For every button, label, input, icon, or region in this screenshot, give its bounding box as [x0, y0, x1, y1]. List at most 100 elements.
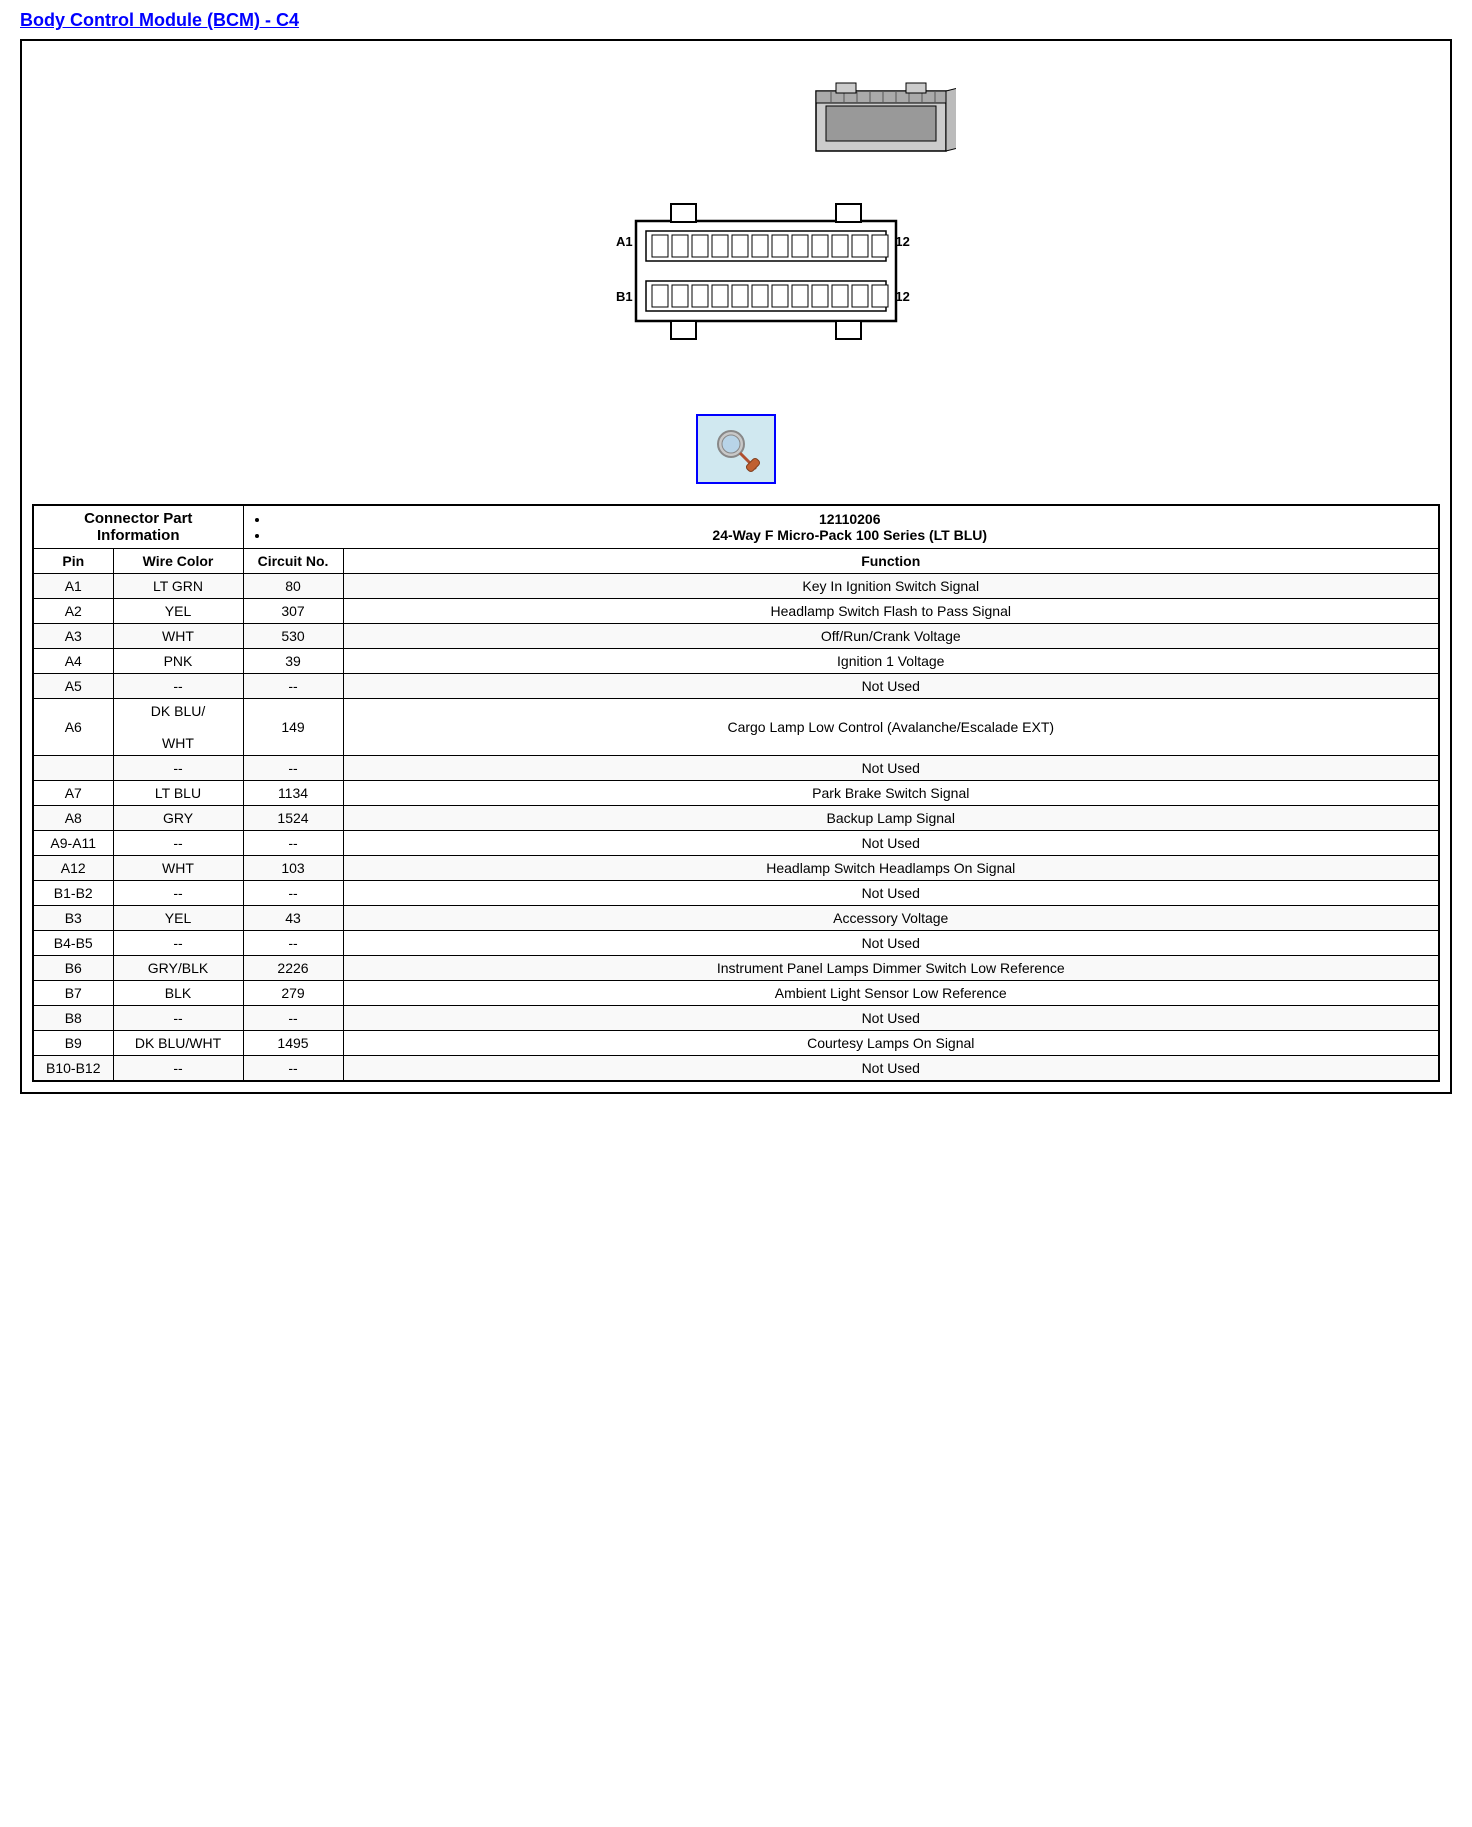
cell-function: Not Used: [343, 881, 1439, 906]
svg-text:A1: A1: [616, 234, 633, 249]
connector-details-cell: 12110206 24-Way F Micro-Pack 100 Series …: [243, 505, 1439, 549]
cell-circuit: --: [243, 674, 343, 699]
cell-circuit: 1524: [243, 806, 343, 831]
cell-wire: --: [113, 881, 243, 906]
cell-wire: --: [113, 674, 243, 699]
cell-circuit: 149: [243, 699, 343, 756]
table-row: A7LT BLU1134Park Brake Switch Signal: [33, 781, 1439, 806]
cell-pin: A1: [33, 574, 113, 599]
table-row: A6DK BLU/WHT149Cargo Lamp Low Control (A…: [33, 699, 1439, 756]
cell-circuit: --: [243, 831, 343, 856]
cell-pin: A7: [33, 781, 113, 806]
table-row: A8GRY1524Backup Lamp Signal: [33, 806, 1439, 831]
cell-circuit: 307: [243, 599, 343, 624]
table-row: ----Not Used: [33, 756, 1439, 781]
table-row: A9-A11----Not Used: [33, 831, 1439, 856]
cell-pin: B10-B12: [33, 1056, 113, 1082]
cell-circuit: 39: [243, 649, 343, 674]
cell-wire: YEL: [113, 599, 243, 624]
header-circuit: Circuit No.: [243, 549, 343, 574]
header-wire: Wire Color: [113, 549, 243, 574]
cell-function: Ambient Light Sensor Low Reference: [343, 981, 1439, 1006]
cell-wire: --: [113, 1056, 243, 1082]
cell-function: Instrument Panel Lamps Dimmer Switch Low…: [343, 956, 1439, 981]
cell-pin: B7: [33, 981, 113, 1006]
table-row: B7BLK279Ambient Light Sensor Low Referen…: [33, 981, 1439, 1006]
cell-function: Not Used: [343, 931, 1439, 956]
table-row: B8----Not Used: [33, 1006, 1439, 1031]
cell-wire: DK BLU/WHT: [113, 699, 243, 756]
cell-function: Not Used: [343, 674, 1439, 699]
cell-function: Ignition 1 Voltage: [343, 649, 1439, 674]
cell-wire: BLK: [113, 981, 243, 1006]
cell-pin: A9-A11: [33, 831, 113, 856]
main-border: A1 A12 B1 B12: [20, 39, 1452, 1094]
cell-function: Not Used: [343, 831, 1439, 856]
cell-function: Not Used: [343, 756, 1439, 781]
table-row: B1-B2----Not Used: [33, 881, 1439, 906]
cell-function: Not Used: [343, 1006, 1439, 1031]
cell-pin: B1-B2: [33, 881, 113, 906]
cell-pin: [33, 756, 113, 781]
cell-wire: LT BLU: [113, 781, 243, 806]
cell-circuit: --: [243, 1006, 343, 1031]
table-row: B6GRY/BLK2226Instrument Panel Lamps Dimm…: [33, 956, 1439, 981]
svg-text:B1: B1: [616, 289, 633, 304]
cell-circuit: 1495: [243, 1031, 343, 1056]
header-pin: Pin: [33, 549, 113, 574]
cell-circuit: --: [243, 931, 343, 956]
cell-wire: GRY: [113, 806, 243, 831]
cell-circuit: 1134: [243, 781, 343, 806]
cell-function: Park Brake Switch Signal: [343, 781, 1439, 806]
connector-info-row: Connector Part Information 12110206 24-W…: [33, 505, 1439, 549]
table-header-row: Pin Wire Color Circuit No. Function: [33, 549, 1439, 574]
cell-circuit: 279: [243, 981, 343, 1006]
cell-pin: B6: [33, 956, 113, 981]
cell-function: Off/Run/Crank Voltage: [343, 624, 1439, 649]
table-row: B9DK BLU/WHT1495Courtesy Lamps On Signal: [33, 1031, 1439, 1056]
cell-wire: --: [113, 1006, 243, 1031]
cell-wire: WHT: [113, 624, 243, 649]
connector-detail-2: 24-Way F Micro-Pack 100 Series (LT BLU): [270, 527, 1431, 543]
cell-circuit: 2226: [243, 956, 343, 981]
cell-pin: A5: [33, 674, 113, 699]
cell-pin: A2: [33, 599, 113, 624]
table-row: A5----Not Used: [33, 674, 1439, 699]
table-row: B10-B12----Not Used: [33, 1056, 1439, 1082]
cell-wire: YEL: [113, 906, 243, 931]
table-row: A4PNK39Ignition 1 Voltage: [33, 649, 1439, 674]
cell-pin: A4: [33, 649, 113, 674]
connector-detail-1: 12110206: [270, 511, 1431, 527]
table-row: A2YEL307Headlamp Switch Flash to Pass Si…: [33, 599, 1439, 624]
cell-wire: --: [113, 756, 243, 781]
cell-pin: B3: [33, 906, 113, 931]
cell-circuit: 530: [243, 624, 343, 649]
cell-wire: LT GRN: [113, 574, 243, 599]
magnify-icon[interactable]: [696, 414, 776, 484]
table-row: B4-B5----Not Used: [33, 931, 1439, 956]
cell-circuit: 43: [243, 906, 343, 931]
cell-wire: GRY/BLK: [113, 956, 243, 981]
table-row: A1LT GRN80Key In Ignition Switch Signal: [33, 574, 1439, 599]
cell-pin: A3: [33, 624, 113, 649]
cell-pin: B9: [33, 1031, 113, 1056]
cell-function: Key In Ignition Switch Signal: [343, 574, 1439, 599]
cell-wire: --: [113, 831, 243, 856]
cell-wire: PNK: [113, 649, 243, 674]
cell-wire: WHT: [113, 856, 243, 881]
main-table: Connector Part Information 12110206 24-W…: [32, 504, 1440, 1082]
cell-wire: --: [113, 931, 243, 956]
cell-pin: B4-B5: [33, 931, 113, 956]
cell-function: Cargo Lamp Low Control (Avalanche/Escala…: [343, 699, 1439, 756]
cell-circuit: --: [243, 756, 343, 781]
page-title: Body Control Module (BCM) - C4: [20, 10, 1452, 31]
cell-circuit: --: [243, 1056, 343, 1082]
cell-wire: DK BLU/WHT: [113, 1031, 243, 1056]
cell-function: Backup Lamp Signal: [343, 806, 1439, 831]
connector-diagram: A1 A12 B1 B12: [516, 71, 956, 394]
diagram-area: A1 A12 B1 B12: [32, 51, 1440, 504]
cell-function: Headlamp Switch Headlamps On Signal: [343, 856, 1439, 881]
cell-pin: B8: [33, 1006, 113, 1031]
header-function: Function: [343, 549, 1439, 574]
table-row: A12WHT103Headlamp Switch Headlamps On Si…: [33, 856, 1439, 881]
